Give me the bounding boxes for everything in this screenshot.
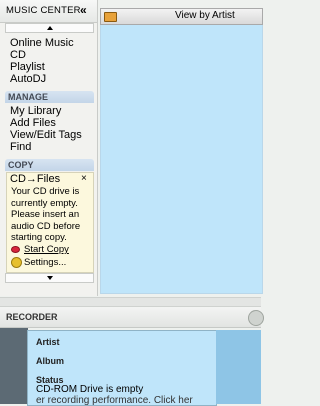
- menu-item-autodj[interactable]: AutoDJ: [10, 73, 46, 85]
- settings-gear-icon: [11, 257, 22, 268]
- menu-item-online-music[interactable]: Online Music: [10, 37, 74, 49]
- view-header: View by Artist: [100, 8, 263, 25]
- close-icon[interactable]: ×: [81, 173, 87, 184]
- music-center-header: MUSIC CENTER «: [0, 0, 97, 23]
- start-copy-link[interactable]: Start Copy: [11, 244, 69, 255]
- status-value: CD-ROM Drive is empty: [36, 384, 144, 395]
- up-arrow-icon: [46, 26, 53, 30]
- artist-view-pane[interactable]: [100, 8, 263, 294]
- artist-label: Artist: [36, 337, 60, 347]
- menu-item-cd[interactable]: CD: [10, 49, 26, 61]
- manage-title: MANAGE: [8, 92, 48, 102]
- scroll-down-button[interactable]: [5, 273, 94, 283]
- settings-link[interactable]: Settings...: [11, 257, 66, 268]
- copy-message: Your CD drive is currently empty. Please…: [11, 186, 81, 243]
- copy-title: COPY: [8, 160, 34, 170]
- recorder-side-strip: [0, 328, 28, 404]
- view-title: View by Artist: [175, 10, 235, 21]
- recorder-toggle-button[interactable]: [248, 310, 264, 326]
- album-label: Album: [36, 356, 64, 366]
- recorder-header: RECORDER: [0, 307, 264, 328]
- recorder-info-panel: Artist Album Status CD-ROM Drive is empt…: [27, 330, 217, 406]
- menu-item-add-files[interactable]: Add Files: [10, 117, 56, 129]
- copy-panel-title: CD→Files: [10, 173, 61, 185]
- record-dot-icon: [11, 245, 20, 253]
- settings-label: Settings...: [24, 257, 67, 269]
- scroll-up-button[interactable]: [5, 23, 94, 33]
- collapse-icon[interactable]: «: [80, 3, 87, 17]
- menu-item-find[interactable]: Find: [10, 141, 31, 153]
- recorder-right-area: [216, 330, 261, 404]
- folder-icon[interactable]: [104, 12, 117, 22]
- recorder-title: RECORDER: [6, 312, 58, 322]
- pane-splitter[interactable]: [0, 297, 261, 307]
- sidebar: MUSIC CENTER « Online Music CD Playlist …: [0, 0, 98, 296]
- music-center-title: MUSIC CENTER: [6, 5, 81, 16]
- status-hint[interactable]: er recording performance. Click her: [36, 395, 193, 406]
- menu-item-view-edit-tags[interactable]: View/Edit Tags: [10, 129, 82, 141]
- manage-header[interactable]: MANAGE: [5, 91, 94, 103]
- copy-header[interactable]: COPY: [5, 159, 94, 171]
- start-copy-label: Start Copy: [24, 244, 69, 255]
- menu-item-my-library[interactable]: My Library: [10, 105, 61, 117]
- down-arrow-icon: [46, 276, 53, 280]
- menu-item-playlist[interactable]: Playlist: [10, 61, 45, 73]
- copy-panel: CD→Files × Your CD drive is currently em…: [6, 172, 94, 273]
